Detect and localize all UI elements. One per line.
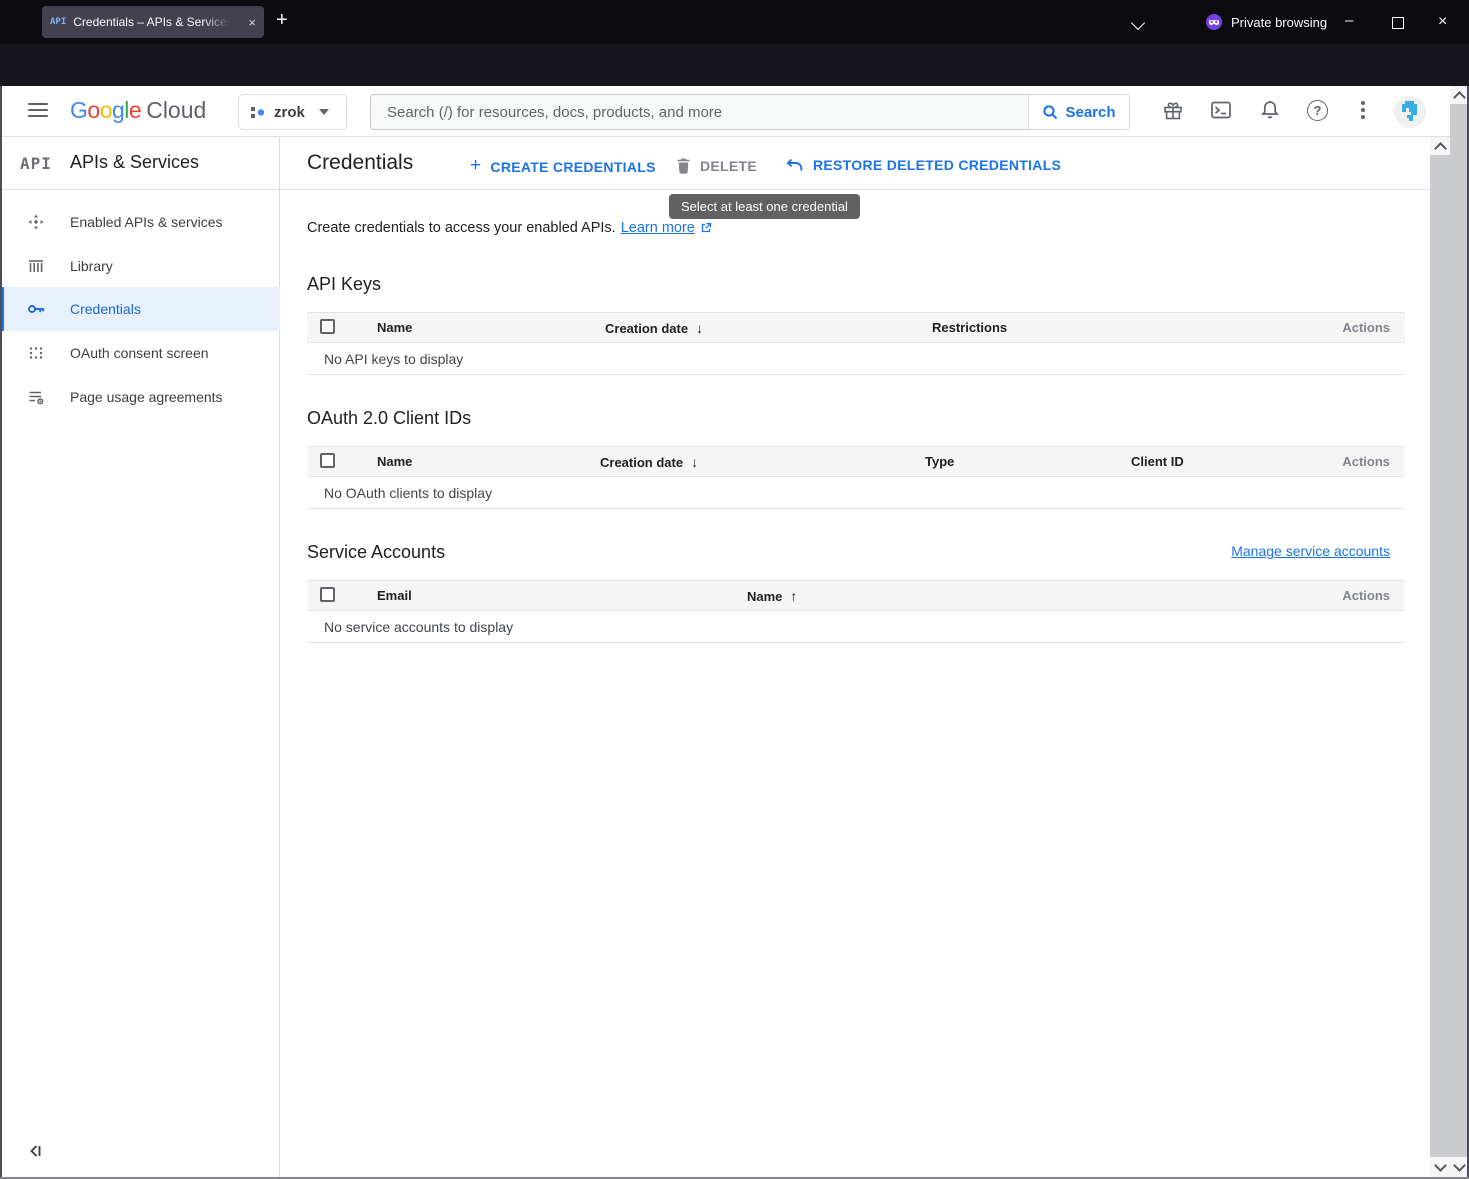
sort-descending-icon: ↓ <box>696 320 703 336</box>
scroll-up-button[interactable] <box>1430 137 1450 155</box>
api-keys-heading: API Keys <box>307 274 381 295</box>
window-maximize-button[interactable] <box>1392 17 1404 29</box>
tab-title: Credentials – APIs & Services – z <box>73 15 231 29</box>
window-minimize-button[interactable]: – <box>1345 12 1353 29</box>
project-icon <box>249 104 266 121</box>
api-product-logo: API <box>20 154 52 173</box>
intro-text-row: Create credentials to access your enable… <box>307 220 712 236</box>
sidebar-item-page-usage[interactable]: Page usage agreements <box>0 375 280 419</box>
gift-icon[interactable] <box>1162 99 1184 121</box>
sidebar-item-enabled-apis[interactable]: Enabled APIs & services <box>0 200 280 244</box>
main-content: Credentials + CREATE CREDENTIALS DELETE … <box>280 137 1430 1179</box>
api-keys-header-row: Name Creation date↓ Restrictions Actions <box>307 312 1405 343</box>
sort-ascending-icon: ↑ <box>790 588 797 604</box>
project-name: zrok <box>274 104 305 121</box>
logo-cloud-text: Cloud <box>146 97 206 123</box>
private-browsing-mask-icon <box>1206 14 1222 30</box>
search-bar: Search <box>370 94 1130 130</box>
manage-service-accounts-link[interactable]: Manage service accounts <box>1231 543 1390 559</box>
sort-descending-icon: ↓ <box>691 454 698 470</box>
search-icon <box>1042 104 1058 120</box>
notifications-bell-icon[interactable] <box>1259 99 1281 121</box>
service-accounts-table: Email Name↑ Actions No service accounts … <box>307 580 1405 643</box>
column-header-name[interactable]: Name↑ <box>747 588 797 604</box>
trash-icon <box>676 157 691 174</box>
create-credentials-button[interactable]: + CREATE CREDENTIALS <box>470 157 656 177</box>
undo-restore-icon <box>785 158 804 173</box>
chevron-down-icon <box>319 109 329 115</box>
new-tab-button[interactable]: + <box>276 9 288 32</box>
learn-more-link[interactable]: Learn more <box>621 220 695 236</box>
scroll-down-button[interactable] <box>1430 1157 1450 1177</box>
column-header-creation-date[interactable]: Creation date↓ <box>605 320 703 336</box>
sidebar-item-credentials[interactable]: Credentials <box>0 287 280 331</box>
intro-text: Create credentials to access your enable… <box>307 220 616 236</box>
delete-button: DELETE <box>676 157 757 174</box>
window-close-button[interactable]: × <box>1438 13 1447 31</box>
column-header-name: Name <box>377 320 412 335</box>
library-icon <box>27 257 45 275</box>
credentials-key-icon <box>27 300 45 318</box>
tab-strip: API Credentials – APIs & Services – z × … <box>0 0 1469 44</box>
sidebar-item-oauth-consent[interactable]: OAuth consent screen <box>0 331 280 375</box>
column-header-actions: Actions <box>1342 454 1390 469</box>
oauth-header-row: Name Creation date↓ Type Client ID Actio… <box>307 446 1405 477</box>
column-header-creation-date[interactable]: Creation date↓ <box>600 454 698 470</box>
column-header-actions: Actions <box>1342 588 1390 603</box>
help-icon[interactable]: ? <box>1307 100 1328 121</box>
restore-deleted-credentials-button[interactable]: RESTORE DELETED CREDENTIALS <box>785 157 1061 173</box>
list-all-tabs-chevron-icon[interactable] <box>1131 16 1145 30</box>
select-all-checkbox[interactable] <box>320 587 335 602</box>
empty-state-row: No OAuth clients to display <box>307 477 1405 509</box>
oauth-heading: OAuth 2.0 Client IDs <box>307 408 471 429</box>
service-accounts-header-row: Email Name↑ Actions <box>307 580 1405 611</box>
service-accounts-heading: Service Accounts <box>307 542 445 563</box>
more-options-kebab-icon[interactable] <box>1361 101 1365 119</box>
private-browsing-label: Private browsing <box>1231 15 1327 30</box>
empty-state-row: No service accounts to display <box>307 611 1405 643</box>
tooltip: Select at least one credential <box>669 194 860 219</box>
browser-tab[interactable]: API Credentials – APIs & Services – z × <box>42 6 264 38</box>
select-all-checkbox[interactable] <box>320 319 335 334</box>
window-edge-left <box>0 86 2 1179</box>
search-input[interactable] <box>370 94 1028 130</box>
plus-icon: + <box>470 155 481 177</box>
google-cloud-logo[interactable]: GoogleCloud <box>70 97 206 124</box>
cloud-shell-terminal-icon[interactable] <box>1210 99 1232 121</box>
gcp-nav-menu-icon[interactable] <box>28 103 48 117</box>
column-header-name: Name <box>377 454 412 469</box>
column-header-client-id: Client ID <box>1131 454 1184 469</box>
column-header-type: Type <box>925 454 954 469</box>
column-header-actions: Actions <box>1342 320 1390 335</box>
collapse-sidebar-icon[interactable] <box>26 1142 44 1160</box>
tab-close-icon[interactable]: × <box>248 15 256 30</box>
oauth-consent-icon <box>27 344 45 362</box>
column-header-email: Email <box>377 588 412 603</box>
inner-scrollbar[interactable] <box>1430 137 1450 1179</box>
external-link-icon <box>700 222 712 234</box>
gcp-header: GoogleCloud zrok Search ? <box>0 86 1450 137</box>
oauth-table: Name Creation date↓ Type Client ID Actio… <box>307 446 1405 509</box>
select-all-checkbox[interactable] <box>320 453 335 468</box>
sidebar-title: APIs & Services <box>70 152 199 173</box>
search-button-label: Search <box>1065 104 1115 121</box>
sidebar-item-library[interactable]: Library <box>0 244 280 288</box>
empty-state-row: No API keys to display <box>307 343 1405 375</box>
tab-favicon-api-icon: API <box>50 17 66 27</box>
page-title: Credentials <box>307 151 413 175</box>
enabled-apis-icon <box>27 213 45 231</box>
browser-window: API Credentials – APIs & Services – z × … <box>0 0 1469 1179</box>
account-avatar[interactable] <box>1394 96 1426 128</box>
browser-toolbar: ← → ↻ https://console.cloud.google.com/a… <box>0 44 1469 86</box>
project-selector-button[interactable]: zrok <box>238 94 347 130</box>
page-usage-agreements-icon <box>27 388 45 406</box>
api-keys-table: Name Creation date↓ Restrictions Actions… <box>307 312 1405 375</box>
search-button[interactable]: Search <box>1028 94 1130 130</box>
column-header-restrictions: Restrictions <box>932 320 1007 335</box>
